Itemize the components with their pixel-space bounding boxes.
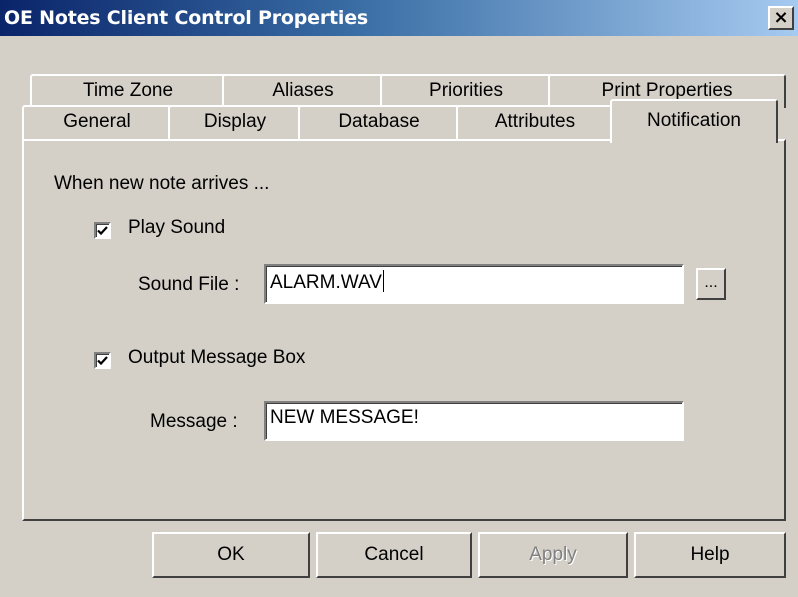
browse-sound-button[interactable]: ...: [696, 268, 726, 300]
browse-label: ...: [704, 274, 718, 291]
window-title: OE Notes Client Control Properties: [4, 7, 369, 29]
tab-label: Aliases: [272, 80, 334, 101]
close-button[interactable]: ×: [768, 6, 794, 30]
cancel-button[interactable]: Cancel: [316, 532, 472, 578]
play-sound-checkbox[interactable]: [94, 222, 111, 239]
tab-label: Print Properties: [601, 80, 733, 101]
cancel-label: Cancel: [364, 544, 424, 565]
sound-file-value: ALARM.WAV: [270, 272, 382, 293]
tab-label: Priorities: [429, 80, 503, 101]
sound-file-input[interactable]: ALARM.WAV: [264, 264, 684, 304]
ok-button[interactable]: OK: [152, 532, 310, 578]
checkmark-icon: [97, 356, 108, 366]
message-input[interactable]: NEW MESSAGE!: [264, 401, 684, 441]
tab-notification[interactable]: Notification: [610, 99, 778, 143]
ok-label: OK: [217, 544, 245, 565]
message-label: Message :: [150, 411, 238, 432]
tab-time-zone[interactable]: Time Zone: [30, 74, 226, 108]
tab-general[interactable]: General: [22, 105, 172, 139]
help-button[interactable]: Help: [634, 532, 786, 578]
title-bar[interactable]: OE Notes Client Control Properties ×: [0, 0, 798, 36]
tab-label: Display: [203, 111, 267, 132]
section-heading: When new note arrives ...: [54, 173, 270, 194]
tab-attributes[interactable]: Attributes: [456, 105, 614, 139]
tab-label: Attributes: [494, 111, 576, 132]
close-icon: ×: [773, 7, 789, 28]
tab-aliases[interactable]: Aliases: [222, 74, 384, 108]
output-message-box-label[interactable]: Output Message Box: [128, 347, 305, 369]
output-message-box-checkbox[interactable]: [94, 352, 111, 369]
tab-database[interactable]: Database: [298, 105, 460, 139]
help-label: Help: [690, 544, 730, 565]
checkmark-icon: [97, 226, 108, 236]
apply-label: Apply: [529, 544, 577, 565]
tab-label: Database: [338, 111, 420, 132]
apply-button[interactable]: Apply: [478, 532, 628, 578]
text-caret: [382, 270, 384, 292]
properties-dialog: OE Notes Client Control Properties × Tim…: [0, 0, 798, 597]
tab-label: Notification: [647, 110, 741, 131]
tab-priorities[interactable]: Priorities: [380, 74, 552, 108]
tab-display[interactable]: Display: [168, 105, 302, 139]
tab-label: General: [63, 111, 131, 132]
notification-panel: When new note arrives ... Play Sound Sou…: [22, 139, 786, 521]
message-value: NEW MESSAGE!: [270, 407, 419, 428]
sound-file-label: Sound File :: [138, 274, 240, 295]
tab-label: Time Zone: [82, 80, 174, 101]
play-sound-label[interactable]: Play Sound: [128, 217, 225, 239]
